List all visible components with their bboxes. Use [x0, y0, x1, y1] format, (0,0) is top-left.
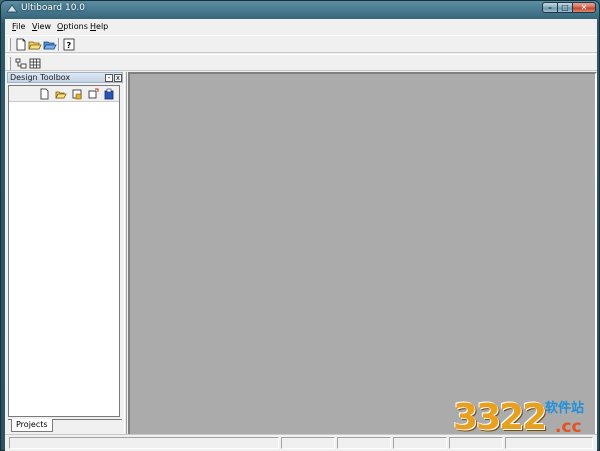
status-pane	[337, 437, 391, 449]
toolbar-grip[interactable]	[8, 57, 11, 70]
menu-options[interactable]: Options	[57, 22, 88, 31]
toolbar-separator	[58, 38, 60, 51]
spreadsheet-icon[interactable]	[28, 57, 42, 70]
open-project-icon[interactable]	[55, 88, 67, 100]
toolbox-tree-icon[interactable]	[14, 57, 28, 70]
menu-view-label: iew	[37, 22, 51, 31]
toolbox-tool-strip	[9, 86, 119, 102]
help-icon[interactable]: ?	[62, 38, 76, 51]
toolbox-tab-strip: Projects	[8, 419, 122, 433]
svg-text:?: ?	[67, 41, 72, 50]
open-folder-icon[interactable]	[28, 38, 42, 51]
maximize-button[interactable]: □	[557, 2, 573, 13]
save-project-icon[interactable]	[71, 88, 83, 100]
open-project-icon[interactable]	[43, 38, 57, 51]
menu-file-label: ile	[16, 22, 26, 31]
watermark-number: 3322	[453, 397, 547, 438]
new-project-icon[interactable]	[39, 88, 51, 100]
status-pane	[281, 437, 335, 449]
menu-file[interactable]: File	[12, 22, 25, 31]
ultiboard-app-icon	[6, 4, 18, 14]
menu-help-label: elp	[96, 22, 109, 31]
project-tree-panel[interactable]	[8, 85, 120, 417]
site-watermark: 3322 软件站 .cc	[451, 391, 597, 449]
status-pane-message	[9, 437, 279, 449]
toolbox-close-button[interactable]: x	[114, 74, 122, 82]
title-bar[interactable]: Ultiboard 10.0 – □ ✕	[1, 1, 599, 18]
close-project-icon[interactable]	[87, 88, 99, 100]
client-area: File View Options Help ? Design Toolbox …	[5, 19, 597, 451]
menu-options-label: ptions	[63, 22, 88, 31]
watermark-domain: .cc	[555, 417, 582, 437]
minimize-button[interactable]: –	[542, 2, 558, 13]
window-title: Ultiboard 10.0	[21, 3, 86, 13]
close-button[interactable]: ✕	[572, 2, 596, 13]
toolbar-grip[interactable]	[8, 38, 11, 51]
new-file-icon[interactable]	[14, 38, 28, 51]
menu-view[interactable]: View	[32, 22, 51, 31]
pane-splitter[interactable]	[124, 72, 127, 450]
status-pane	[393, 437, 447, 449]
menu-help[interactable]: Help	[90, 22, 108, 31]
toolbox-title: Design Toolbox	[10, 73, 71, 82]
toolbox-header[interactable]: Design Toolbox - x	[7, 72, 123, 83]
watermark-site-name: 软件站	[545, 401, 585, 416]
menu-bar: File View Options Help	[5, 19, 597, 35]
design-toolbox-pane: Design Toolbox - x Projects	[7, 72, 123, 449]
project-properties-icon[interactable]	[103, 88, 115, 100]
tab-projects[interactable]: Projects	[11, 419, 53, 432]
application-window: Ultiboard 10.0 – □ ✕ File View Options H…	[0, 0, 600, 451]
view-toolbar	[5, 54, 597, 71]
standard-toolbar: ?	[5, 35, 597, 53]
toolbox-minimize-button[interactable]: -	[105, 74, 113, 82]
